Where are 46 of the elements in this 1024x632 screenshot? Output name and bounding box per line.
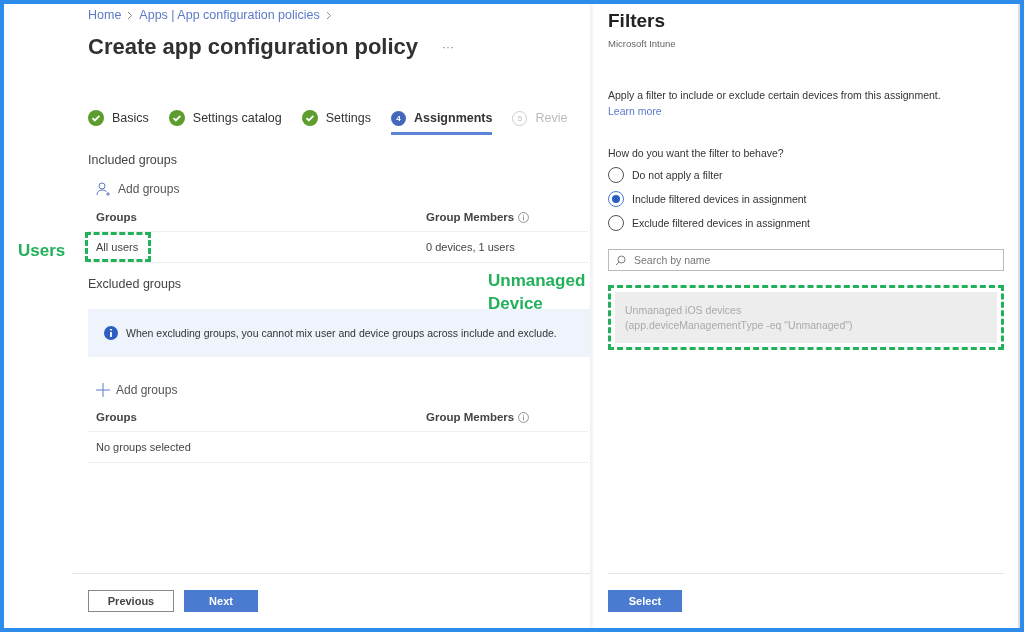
chevron-right-icon	[325, 10, 332, 20]
chevron-right-icon	[127, 10, 134, 20]
check-circle-icon	[168, 110, 185, 126]
breadcrumb-link[interactable]: Apps | App configuration policies	[139, 8, 320, 22]
step-number: 4	[390, 110, 406, 126]
check-circle-icon	[301, 110, 318, 126]
column-header: Groups	[96, 211, 138, 223]
info-text: When excluding groups, you cannot mix user and device groups across include and exclude.	[126, 327, 557, 339]
breadcrumb-link[interactable]: Home	[88, 8, 122, 22]
add-user-icon	[96, 181, 112, 197]
page-title: Create app configuration policy	[88, 34, 419, 60]
add-groups-button[interactable]: Add groups	[96, 383, 590, 397]
radio-label: Include filtered devices in assignment	[632, 193, 807, 205]
empty-message: No groups selected	[95, 440, 191, 455]
table-cell-text: 0 devices, 1 users	[425, 240, 515, 255]
wizard-step[interactable]: Settings	[301, 110, 371, 135]
info-icon	[518, 411, 530, 423]
wizard-step[interactable]: 4 Assignments	[390, 110, 493, 135]
info-icon	[518, 211, 530, 223]
section-heading: Excluded groups	[88, 277, 182, 291]
more-button[interactable]: ···	[442, 40, 455, 54]
annotation-label: Users	[18, 240, 66, 262]
radio-label: Do not apply a filter	[632, 169, 723, 181]
search-field[interactable]: Search by name	[608, 249, 1004, 271]
plus-icon	[96, 383, 110, 397]
search-icon	[615, 254, 626, 266]
panel-subtitle: Microsoft Intune	[608, 38, 677, 49]
select-button[interactable]: Select	[608, 590, 682, 612]
column-header: Group Members	[426, 211, 588, 223]
description: Apply a filter to include or exclude certain devices from this assignment.	[608, 89, 942, 101]
wizard-step[interactable]: Basics	[88, 110, 149, 135]
question: How do you want the filter to behave?	[608, 147, 785, 159]
add-groups-button[interactable]: Add groups	[96, 181, 590, 197]
column-header: Group Members	[426, 411, 588, 423]
annotation-label: Unmanaged Device	[488, 270, 586, 315]
wizard-step[interactable]: Settings catalog	[168, 110, 282, 135]
table-cell: All users	[88, 235, 149, 259]
next-button[interactable]: Next	[184, 590, 258, 612]
section-heading: Included groups	[88, 153, 177, 167]
info-icon	[104, 326, 118, 340]
previous-button[interactable]: Previous	[88, 590, 174, 612]
check-circle-icon	[88, 110, 104, 126]
column-header: Groups	[96, 411, 138, 423]
radio-label: Exclude filtered devices in assignment	[632, 217, 810, 229]
panel-title: Filters	[608, 10, 667, 32]
learn-more-link[interactable]: Learn more	[608, 105, 662, 117]
